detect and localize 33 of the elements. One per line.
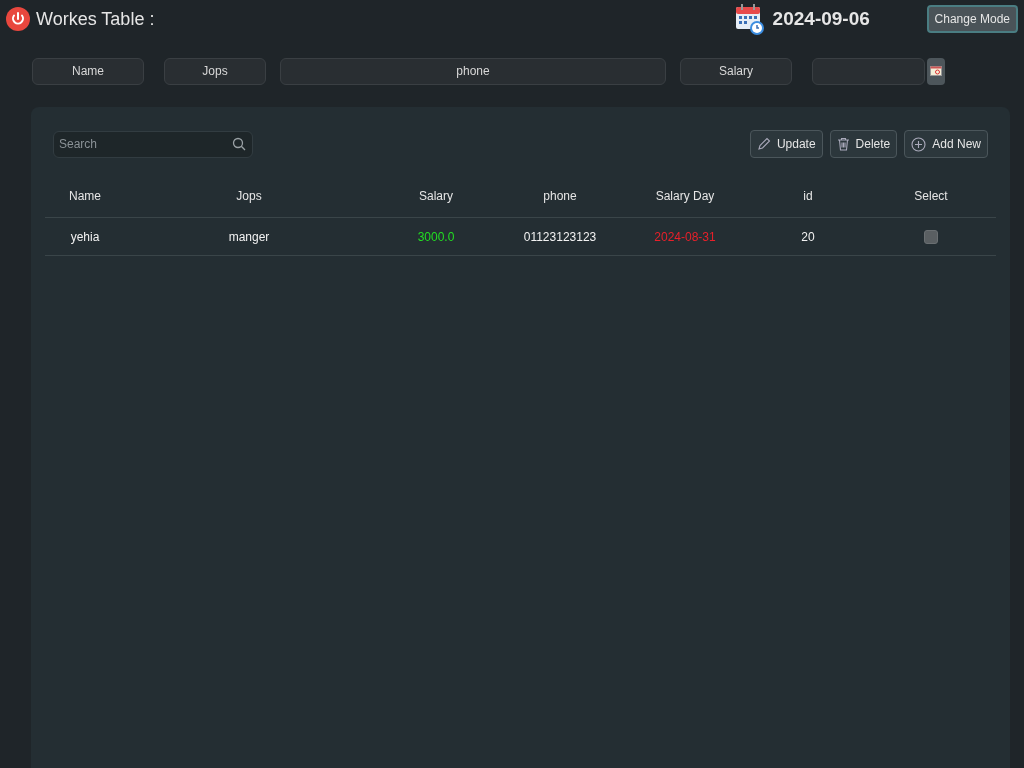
column-header: Salary Day [655, 189, 715, 203]
search-icon[interactable] [232, 136, 246, 151]
date-picker-button[interactable] [927, 57, 945, 85]
delete-button[interactable]: Delete [829, 130, 898, 158]
date-input-field[interactable] [812, 57, 925, 85]
table-cell: 01123123123 [523, 229, 597, 244]
table-cell: manger [228, 229, 270, 244]
column-header: Name [69, 189, 101, 203]
table-cell: yehia [70, 229, 100, 244]
table-cell: 20 [801, 229, 815, 244]
text-input-field[interactable]: Name [32, 57, 144, 85]
column-header: Select [914, 189, 948, 203]
text-input-field[interactable]: Salary [680, 57, 792, 85]
window-title: Workes Table : [36, 7, 155, 31]
plus-circle-icon [911, 136, 927, 152]
calendar-icon [734, 3, 765, 35]
table-cell: 3000.0 [417, 229, 455, 244]
trash-icon [836, 137, 850, 151]
add-new-button[interactable]: Add New [904, 130, 988, 158]
calendar-icon [930, 66, 942, 76]
search-field[interactable]: Search [53, 130, 253, 158]
table-cell: 2024-08-31 [654, 229, 716, 244]
power-icon[interactable] [6, 7, 30, 31]
column-header: Jops [236, 189, 262, 203]
change-mode-button[interactable]: Change Mode [926, 5, 1018, 33]
column-header: Salary [419, 189, 453, 203]
pencil-icon [756, 137, 771, 151]
update-button[interactable]: Update [749, 130, 823, 158]
text-input-field[interactable]: Jops [164, 57, 266, 85]
column-header: phone [543, 189, 577, 203]
current-date: 2024-09-06 [772, 6, 871, 31]
column-header: id [803, 189, 813, 203]
text-input-field[interactable]: phone [280, 57, 666, 85]
